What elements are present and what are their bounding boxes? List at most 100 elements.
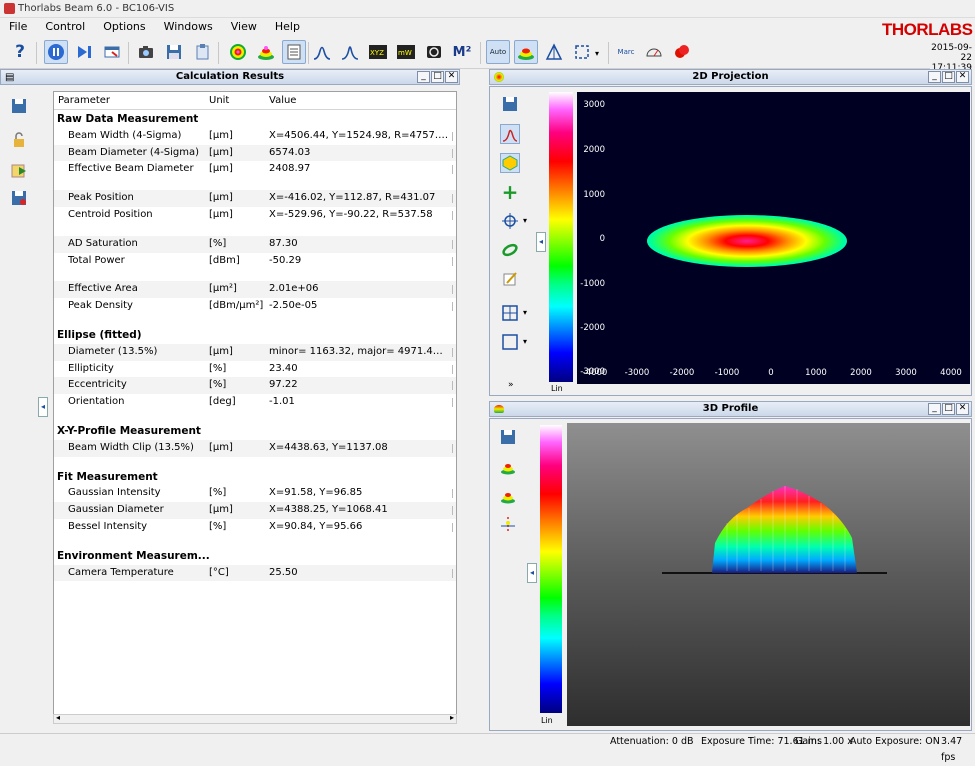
save-results-button[interactable] [9,96,29,116]
gauge-button[interactable] [642,40,666,64]
view-mesh-button[interactable] [498,486,518,506]
help-button[interactable]: ? [8,40,32,64]
beam-2d-plot[interactable]: 3000 2000 1000 0 -1000 -2000 -3000 -4000… [577,92,970,384]
clipboard-button[interactable] [190,40,214,64]
horizontal-scrollbar[interactable]: ◂ ▸ [53,713,457,724]
toolbar-separator [480,42,481,64]
table-row[interactable]: Peak Position [µm] X=-416.02, Y=112.87, R=… [54,190,456,207]
calc-results-button[interactable] [282,40,306,64]
color-map-button[interactable] [500,153,520,173]
maximize-button[interactable]: □ [431,71,444,83]
ellipse-button[interactable] [500,240,520,260]
close-button[interactable]: ✕ [956,71,969,83]
power-button[interactable]: mW [394,40,418,64]
record-button[interactable] [670,40,694,64]
camera-settings-button[interactable] [422,40,446,64]
minimize-button[interactable]: _ [928,403,941,415]
collapse-left-button[interactable]: ◂ [536,232,546,252]
frame-button[interactable] [500,332,520,352]
table-group-row[interactable]: Raw Data Measurement [54,111,456,128]
collapse-left-button[interactable]: ◂ [527,563,537,583]
view-solid-button[interactable] [498,457,518,477]
table-row[interactable]: Gaussian Diameter [µm] X=4388.25, Y=1068.4… [54,502,456,519]
menu-windows[interactable]: Windows [155,18,222,35]
minimize-button[interactable]: _ [928,71,941,83]
cell-value: -2.50e-05 [269,300,318,312]
menu-help[interactable]: Help [266,18,309,35]
close-button[interactable]: ✕ [445,71,458,83]
chevron-down-icon[interactable]: ▾ [523,308,527,317]
color-3d-button[interactable] [514,40,538,64]
table-row[interactable]: Total Power [dBm] -50.29 [54,253,456,270]
add-marker-button[interactable]: + [500,180,520,204]
snapshot-button[interactable] [134,40,158,64]
table-row[interactable]: Beam Width (4-Sigma) [µm] X=4506.44, Y=152… [54,128,456,145]
table-row[interactable]: Diameter (13.5%) [µm] minor= 1163.32, majo… [54,343,456,361]
cell-parameter: Total Power [68,254,125,266]
marc-button[interactable]: Marc [614,40,638,64]
pause-button[interactable] [44,40,68,64]
maximize-button[interactable]: □ [942,403,955,415]
triangle-button[interactable] [542,40,566,64]
auto-exposure-button[interactable]: Auto [486,40,510,64]
chevron-down-icon[interactable]: ▾ [523,337,527,346]
roi-button[interactable] [570,40,594,64]
table-group-row[interactable]: Environment Measurem... [54,548,456,565]
crosshair-button[interactable] [500,211,520,231]
save-all-button[interactable] [9,188,29,208]
table-group-row[interactable]: Ellipse (fitted) [54,327,456,344]
export-button[interactable] [9,160,29,180]
column-header-value[interactable]: Value [269,95,296,106]
edit-button[interactable] [500,269,520,289]
view-2d-button[interactable] [226,40,250,64]
maximize-button[interactable]: □ [942,71,955,83]
beam-3d-plot[interactable] [567,423,970,726]
table-row[interactable]: Camera Temperature [°C] 25.50 [54,564,456,582]
table-row[interactable]: Beam Diameter (4-Sigma) [µm] 6574.03 [54,144,456,162]
collapse-left-button[interactable]: ◂ [38,397,48,417]
rotate-button[interactable] [498,514,518,534]
table-group-row[interactable]: Fit Measurement [54,469,456,486]
column-header-parameter[interactable]: Parameter [58,95,110,106]
table-row[interactable]: Ellipticity [%] 23.40 [54,361,456,378]
minimize-button[interactable]: _ [417,71,430,83]
profile-x-button[interactable] [310,40,334,64]
lock-button[interactable] [9,130,29,150]
profile-overlay-button[interactable] [500,124,520,144]
close-button[interactable]: ✕ [956,403,969,415]
table-row[interactable]: Bessel Intensity [%] X=90.84, Y=95.66 [54,519,456,536]
menu-control[interactable]: Control [36,18,94,35]
table-row[interactable]: Effective Area [µm²] 2.01e+06 [54,281,456,299]
chevron-down-icon[interactable]: ▾ [523,216,527,225]
menu-options[interactable]: Options [94,18,154,35]
menu-file[interactable]: File [0,18,36,35]
table-row[interactable]: Peak Density [dBm/µm²] -2.50e-05 [54,298,456,315]
save-image-button[interactable] [498,427,518,447]
table-row[interactable]: AD Saturation [%] 87.30 [54,235,456,253]
xyz-button[interactable]: XYZ [366,40,390,64]
view-3d-button[interactable] [254,40,278,64]
grid-button[interactable] [500,303,520,323]
table-row[interactable]: Orientation [deg] -1.01 [54,394,456,411]
save-image-button[interactable] [500,94,520,114]
table-group-row[interactable]: X-Y-Profile Measurement [54,423,456,440]
chevron-down-icon[interactable]: ▾ [595,49,599,58]
table-row[interactable]: Gaussian Intensity [%] X=91.58, Y=96.85 [54,485,456,502]
reset-button[interactable] [100,40,124,64]
table-row[interactable]: Effective Beam Diameter [µm] 2408.97 [54,161,456,178]
step-button[interactable] [72,40,96,64]
calc-results-title: Calculation Results [175,71,285,82]
table-row[interactable]: Centroid Position [µm] X=-529.96, Y=-90.22… [54,207,456,224]
profile-y-button[interactable] [338,40,362,64]
app-icon [4,3,15,14]
expand-more-icon[interactable]: » [508,380,514,390]
ellipse-icon [502,243,518,257]
table-row[interactable]: Beam Width Clip (13.5%) [µm] X=4438.63, Y=… [54,439,456,457]
menu-view[interactable]: View [222,18,266,35]
column-header-unit[interactable]: Unit [209,95,229,106]
scroll-left-icon[interactable]: ◂ [56,713,60,722]
table-row[interactable]: Eccentricity [%] 97.22 [54,377,456,395]
save-data-button[interactable] [162,40,186,64]
scroll-right-icon[interactable]: ▸ [450,713,454,722]
m2-button[interactable]: M² [450,40,474,64]
